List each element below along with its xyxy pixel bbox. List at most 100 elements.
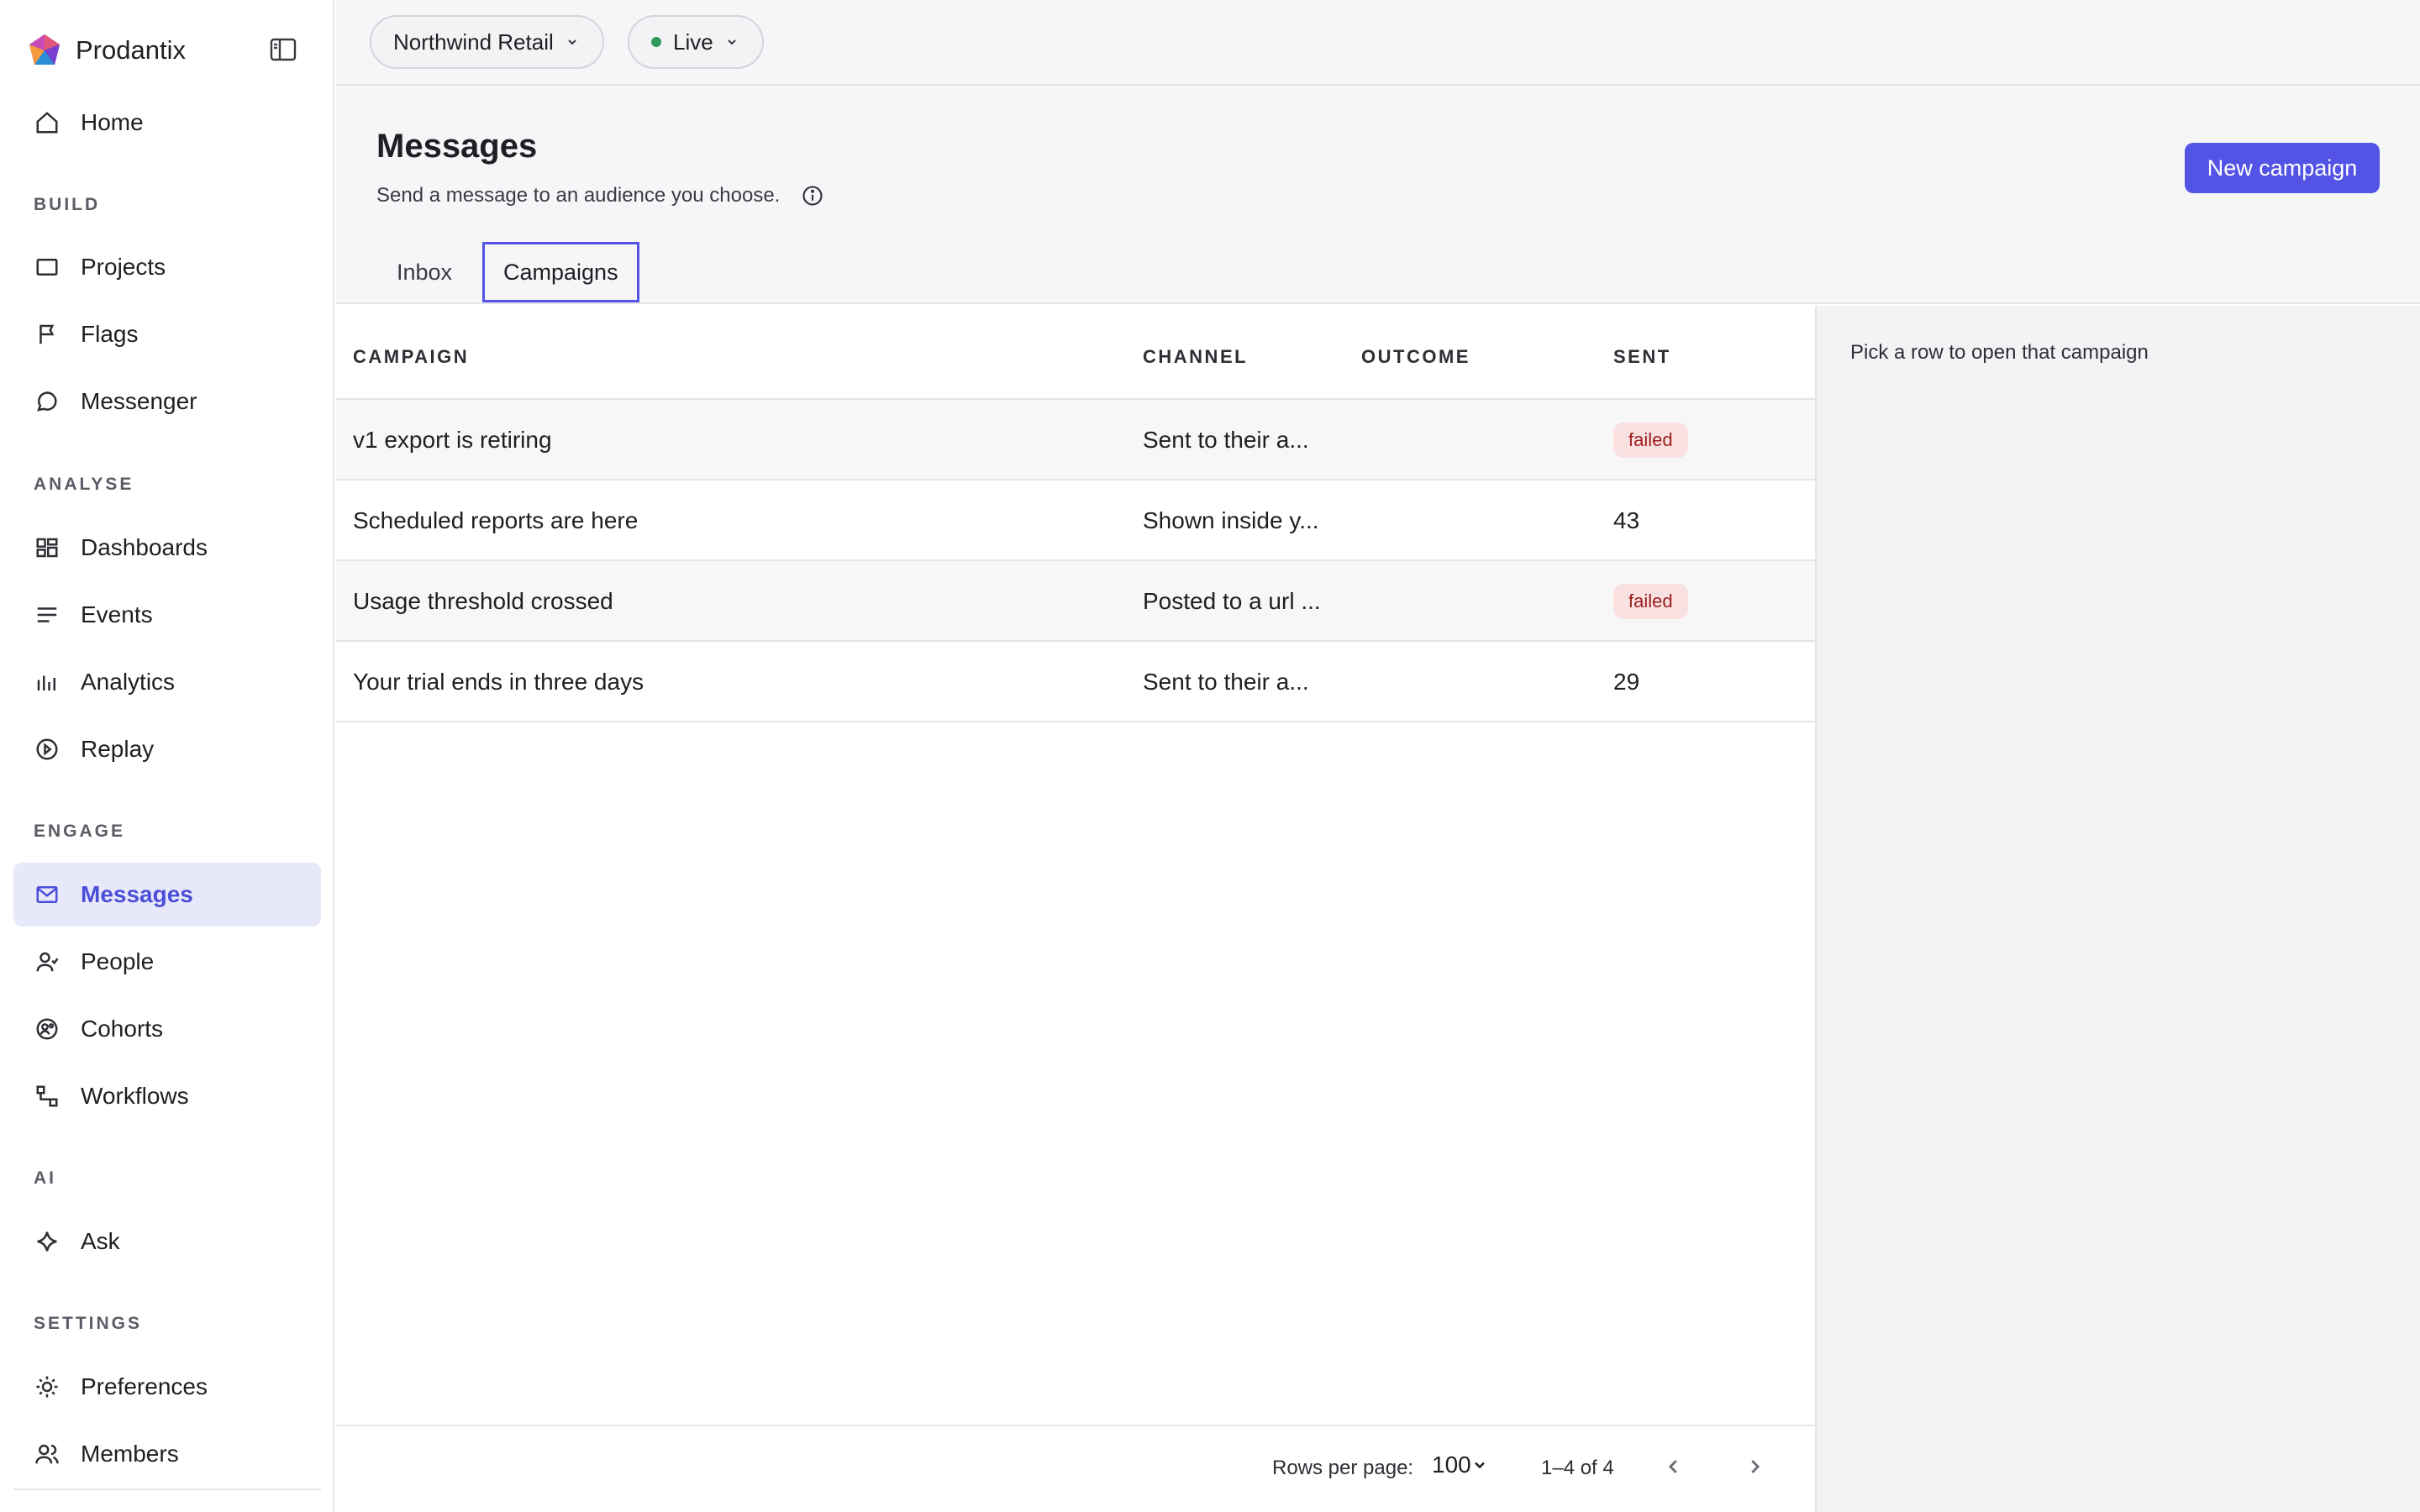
sidebar-item-label: Replay xyxy=(81,736,155,762)
sidebar-item-label: Messages xyxy=(81,881,193,907)
chevron-down-icon xyxy=(1474,1462,1485,1469)
square-icon xyxy=(34,254,60,281)
home-icon xyxy=(34,109,60,136)
sidebar-divider xyxy=(13,1488,321,1490)
table-row[interactable]: Your trial ends in three days Sent to th… xyxy=(336,642,1815,722)
sidebar-item-replay[interactable]: Replay xyxy=(13,717,321,781)
column-header-sent[interactable]: SENT xyxy=(1613,346,1671,368)
section-label-ai: AI xyxy=(34,1168,56,1188)
column-header-campaign[interactable]: CAMPAIGN xyxy=(353,346,469,368)
channel-cell: Sent to their a... xyxy=(1143,427,1309,453)
sidebar-item-analytics[interactable]: Analytics xyxy=(13,650,321,714)
sidebar-item-label: Events xyxy=(81,601,153,627)
chat-bubble-icon xyxy=(34,388,60,415)
sidebar-item-label: Projects xyxy=(81,254,166,280)
sidebar-item-label: Workflows xyxy=(81,1083,189,1109)
gear-icon xyxy=(34,1373,60,1400)
person-icon xyxy=(34,948,60,975)
campaign-cell: Your trial ends in three days xyxy=(353,669,644,695)
sent-cell: failed xyxy=(1613,561,1688,642)
column-header-outcome[interactable]: OUTCOME xyxy=(1361,346,1470,368)
table-row[interactable]: v1 export is retiring Sent to their a...… xyxy=(336,400,1815,480)
sidebar-item-label: Preferences xyxy=(81,1373,208,1399)
campaign-detail-panel: Pick a row to open that campaign xyxy=(1815,306,2420,1512)
sidebar-item-home[interactable]: Home xyxy=(13,91,321,155)
sent-cell: 43 xyxy=(1613,507,1640,533)
environment-selector[interactable]: Live xyxy=(628,15,764,69)
status-dot-icon xyxy=(651,37,661,47)
sidebar: Prodantix Home BUILD Projects Flags Mess… xyxy=(0,0,334,1512)
cohort-icon xyxy=(34,1016,60,1042)
sidebar-item-dashboards[interactable]: Dashboards xyxy=(13,516,321,580)
chevron-right-icon xyxy=(1751,1460,1760,1473)
sidebar-item-label: Ask xyxy=(81,1228,120,1254)
sidebar-item-projects[interactable]: Projects xyxy=(13,235,321,299)
chevron-down-icon xyxy=(725,34,740,50)
next-page-button[interactable] xyxy=(1738,1450,1771,1483)
campaign-cell: Usage threshold crossed xyxy=(353,588,613,614)
environment-name: Live xyxy=(673,29,713,55)
channel-cell: Sent to their a... xyxy=(1143,669,1309,695)
brand-logo-icon xyxy=(29,34,60,65)
workflow-icon xyxy=(34,1083,60,1110)
sent-cell: 29 xyxy=(1613,669,1640,695)
sidebar-item-messages[interactable]: Messages xyxy=(13,863,321,927)
empty-state-text: Pick a row to open that campaign xyxy=(1850,341,2149,364)
status-badge: failed xyxy=(1613,584,1688,619)
previous-page-button[interactable] xyxy=(1657,1450,1691,1483)
sidebar-item-people[interactable]: People xyxy=(13,930,321,994)
sidebar-item-label: Messenger xyxy=(81,388,197,414)
sidebar-item-events[interactable]: Events xyxy=(13,583,321,647)
tab-campaigns[interactable]: Campaigns xyxy=(482,242,639,302)
new-campaign-button[interactable]: New campaign xyxy=(2185,143,2380,193)
campaign-cell: v1 export is retiring xyxy=(353,427,552,453)
table-pagination: Rows per page: 100 1–4 of 4 xyxy=(336,1426,1815,1512)
page-title: Messages xyxy=(376,128,538,165)
sparkle-icon xyxy=(34,1228,60,1255)
table-row[interactable]: Scheduled reports are here Shown inside … xyxy=(336,480,1815,561)
sidebar-item-label: Dashboards xyxy=(81,534,208,560)
section-label-settings: SETTINGS xyxy=(34,1314,143,1333)
sidebar-item-messenger[interactable]: Messenger xyxy=(13,370,321,433)
bar-chart-icon xyxy=(34,669,60,696)
dashboard-icon xyxy=(34,534,60,561)
play-circle-icon xyxy=(34,736,60,763)
sent-cell: failed xyxy=(1613,400,1688,480)
users-icon xyxy=(34,1441,60,1467)
rows-per-page-value: 100 xyxy=(1432,1452,1471,1478)
sidebar-toggle-icon[interactable] xyxy=(267,34,299,66)
section-label-analyse: ANALYSE xyxy=(34,475,134,494)
section-label-build: BUILD xyxy=(34,195,101,214)
sidebar-item-cohorts[interactable]: Cohorts xyxy=(13,997,321,1061)
sidebar-item-ask[interactable]: Ask xyxy=(13,1210,321,1273)
campaign-cell: Scheduled reports are here xyxy=(353,507,639,533)
chevron-left-icon xyxy=(1668,1460,1677,1473)
brand-name: Prodantix xyxy=(76,35,186,65)
rows-per-page-select[interactable]: 100 xyxy=(1432,1452,1488,1478)
sidebar-item-flags[interactable]: Flags xyxy=(13,302,321,366)
sidebar-item-label: Home xyxy=(81,109,144,135)
campaigns-table: CAMPAIGN CHANNEL OUTCOME SENT v1 export … xyxy=(336,306,1815,1512)
list-icon xyxy=(34,601,60,628)
page-header: Messages Send a message to an audience y… xyxy=(336,86,2420,304)
column-header-channel[interactable]: CHANNEL xyxy=(1143,346,1248,368)
section-label-engage: ENGAGE xyxy=(34,822,126,841)
sidebar-item-label: Analytics xyxy=(81,669,176,695)
table-row[interactable]: Usage threshold crossed Posted to a url … xyxy=(336,561,1815,642)
sidebar-item-workflows[interactable]: Workflows xyxy=(13,1064,321,1128)
brand[interactable]: Prodantix xyxy=(27,30,186,71)
sidebar-item-label: Cohorts xyxy=(81,1016,164,1042)
sidebar-item-label: Flags xyxy=(81,321,139,347)
tab-inbox[interactable]: Inbox xyxy=(378,242,471,302)
sidebar-item-label: People xyxy=(81,948,155,974)
page-subtitle: Send a message to an audience you choose… xyxy=(376,183,825,208)
workspace-selector[interactable]: Northwind Retail xyxy=(370,15,604,69)
sidebar-item-members[interactable]: Members xyxy=(13,1422,321,1486)
top-bar: Northwind Retail Live xyxy=(336,0,2420,86)
page-subtitle-text: Send a message to an audience you choose… xyxy=(376,184,781,207)
info-icon[interactable] xyxy=(800,183,825,208)
chevron-down-icon xyxy=(566,34,581,50)
flag-icon xyxy=(34,321,60,348)
sidebar-item-preferences[interactable]: Preferences xyxy=(13,1355,321,1419)
status-badge: failed xyxy=(1613,423,1688,458)
